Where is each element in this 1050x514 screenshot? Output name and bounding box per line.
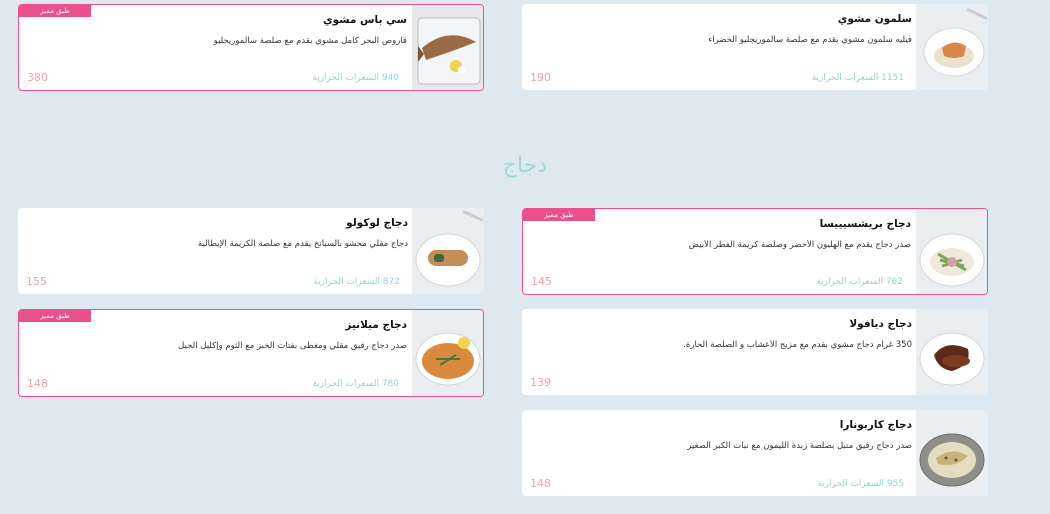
dish-description: صدر دجاج رقيق متبل بصلصة زبدة الليمون مع… xyxy=(687,441,912,451)
calories-label: 955 السعرات الحرارية xyxy=(817,479,904,489)
dish-description: فيليه سلمون مشوي يقدم مع صلصة سالموريجلي… xyxy=(708,35,912,45)
price: 148 xyxy=(530,477,551,490)
dish-title: دجاج كاربونارا xyxy=(839,419,912,431)
dish-title: سي باس مشوي xyxy=(322,14,407,26)
menu-card-diavola[interactable]: دجاج ديافولا 350 غرام دجاج مشوي يقدم مع … xyxy=(522,309,988,395)
chicken-milanese-icon xyxy=(412,310,483,396)
menu-card-seabass[interactable]: طبق مميز سي باس مشوي قاروص البحر كامل مش… xyxy=(18,4,484,91)
card-info: دجاج بريشسيييسا صدر دجاج يقدم مع الهليون… xyxy=(523,209,911,294)
dish-description: دجاج مقلي محشو بالسبانخ يقدم مع صلصة الك… xyxy=(197,239,408,249)
seabass-dish-icon xyxy=(412,5,483,90)
card-info: دجاج كاربونارا صدر دجاج رقيق متبل بصلصة … xyxy=(522,410,912,496)
dish-description: صدر دجاج رقيق مقلي ومغطى بفتات الخبز مع … xyxy=(178,341,407,351)
card-info: سلمون مشوي فيليه سلمون مشوي يقدم مع صلصة… xyxy=(522,4,912,90)
price: 155 xyxy=(26,275,47,288)
dish-title: سلمون مشوي xyxy=(837,13,912,25)
menu-card-cocolo[interactable]: دجاج لوكولو دجاج مقلي محشو بالسبانخ يقدم… xyxy=(18,208,484,294)
card-info: دجاج لوكولو دجاج مقلي محشو بالسبانخ يقدم… xyxy=(18,208,408,294)
calories-label: 1151 السعرات الحرارية xyxy=(811,73,904,83)
dish-description: 350 غرام دجاج مشوي يقدم مع مزيج الأعشاب … xyxy=(683,340,912,350)
price: 190 xyxy=(530,71,551,84)
calories-label: 872 السعرات الحرارية xyxy=(313,277,400,287)
calories-label: 762 السعرات الحرارية xyxy=(816,277,903,287)
calories-label: 940 السعرات الحرارية xyxy=(312,73,399,83)
menu-card-carbonara[interactable]: دجاج كاربونارا صدر دجاج رقيق متبل بصلصة … xyxy=(522,410,988,496)
card-info: دجاج ديافولا 350 غرام دجاج مشوي يقدم مع … xyxy=(522,309,912,395)
chicken-lemon-icon xyxy=(916,410,988,496)
dish-title: دجاج لوكولو xyxy=(346,217,408,229)
card-info: دجاج ميلانيز صدر دجاج رقيق مقلي ومغطى بف… xyxy=(19,310,407,396)
chicken-roll-icon xyxy=(412,208,484,294)
dish-description: صدر دجاج يقدم مع الهليون الأخضر وصلصة كر… xyxy=(688,240,911,250)
menu-card-milanese[interactable]: طبق مميز دجاج ميلانيز صدر دجاج رقيق مقلي… xyxy=(18,309,484,397)
dish-title: دجاج بريشسيييسا xyxy=(819,218,911,230)
chicken-asparagus-icon xyxy=(916,209,987,294)
calories-label: 780 السعرات الحرارية xyxy=(312,379,399,389)
dish-title: دجاج ميلانيز xyxy=(345,319,407,331)
menu-card-salmon[interactable]: سلمون مشوي فيليه سلمون مشوي يقدم مع صلصة… xyxy=(522,4,988,90)
section-title: دجاج xyxy=(502,153,548,178)
dish-title: دجاج ديافولا xyxy=(849,318,912,330)
price: 380 xyxy=(27,71,48,84)
menu-card-bresaola[interactable]: طبق مميز دجاج بريشسيييسا صدر دجاج يقدم م… xyxy=(522,208,988,295)
card-info: سي باس مشوي قاروص البحر كامل مشوي يقدم م… xyxy=(19,5,407,90)
salmon-dish-icon xyxy=(916,4,988,90)
price: 145 xyxy=(531,275,552,288)
price: 148 xyxy=(27,377,48,390)
grilled-chicken-icon xyxy=(916,309,988,395)
price: 139 xyxy=(530,376,551,389)
dish-description: قاروص البحر كامل مشوي يقدم مع صلصة سالمو… xyxy=(213,36,407,46)
